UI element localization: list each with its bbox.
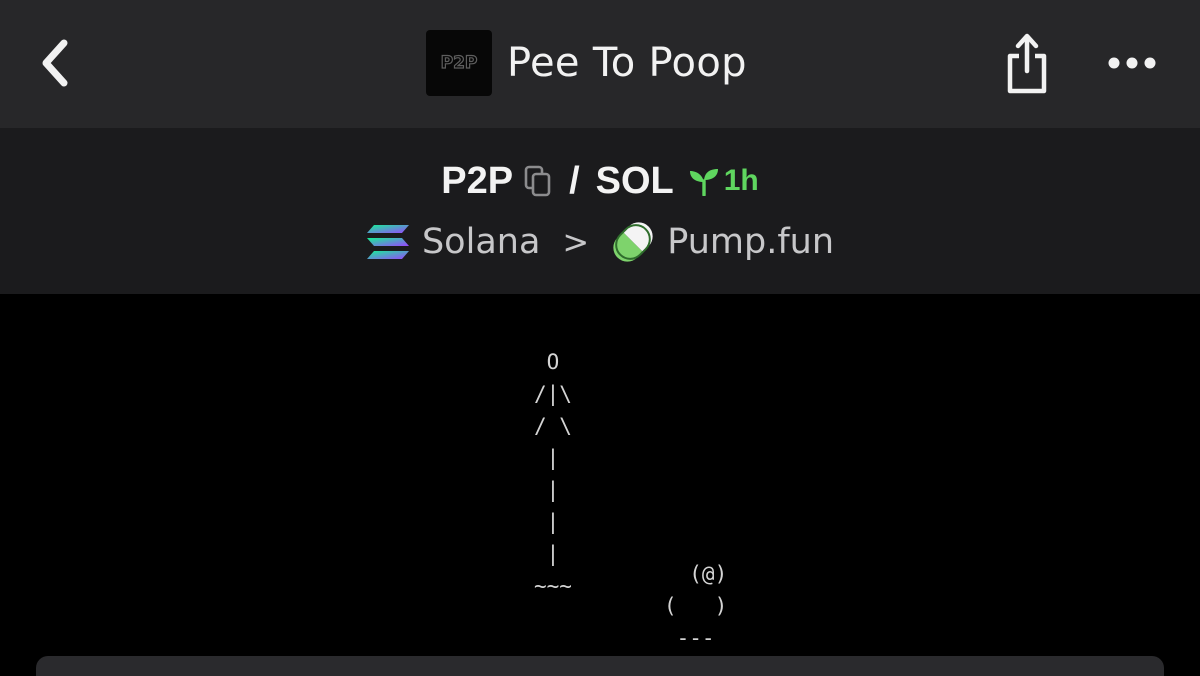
back-button[interactable]: [28, 30, 82, 96]
pair-info-bar: P2P / SOL 1h Solana > Pump.fun: [0, 128, 1200, 294]
token-logo: P2P: [426, 30, 492, 96]
pair-quote-symbol: SOL: [595, 159, 674, 202]
ascii-poop: (@) ( ) ---: [664, 562, 728, 650]
pair-base-symbol: P2P: [441, 159, 514, 202]
share-button[interactable]: [996, 26, 1058, 98]
share-icon: [1007, 33, 1047, 94]
breadcrumb: Solana > Pump.fun: [0, 214, 1200, 270]
navigation-bar: P2P Pee To Poop: [0, 0, 1200, 128]
bottom-sheet-edge: [36, 656, 1164, 676]
breadcrumb-chain-label: Solana: [421, 222, 541, 262]
pair-age-badge: 1h: [688, 164, 759, 198]
pair-age-label: 1h: [723, 164, 759, 197]
token-logo-text: P2P: [440, 52, 478, 73]
token-art-area: O /|\ / \ | | | | ~~~ (@) ( ) ---: [0, 294, 1200, 664]
copy-address-button[interactable]: [521, 162, 555, 200]
breadcrumb-chain[interactable]: Solana: [366, 222, 540, 262]
breadcrumb-dex[interactable]: Pump.fun: [611, 220, 834, 264]
breadcrumb-dex-label: Pump.fun: [667, 222, 835, 262]
page-title: Pee To Poop: [507, 40, 747, 86]
pair-row: P2P / SOL 1h: [0, 152, 1200, 210]
chevron-left-icon: [42, 39, 68, 87]
more-options-button[interactable]: [1100, 40, 1164, 86]
pair-separator: /: [569, 159, 580, 202]
copy-icon: [524, 165, 551, 197]
pill-icon: [613, 222, 653, 262]
ellipsis-icon: [1108, 57, 1156, 69]
seedling-icon: [689, 169, 718, 196]
breadcrumb-separator: >: [562, 223, 590, 261]
title-group: P2P Pee To Poop: [426, 30, 747, 96]
solana-logo-icon: [366, 225, 409, 259]
ascii-figure: O /|\ / \ | | | | ~~~: [534, 350, 572, 598]
